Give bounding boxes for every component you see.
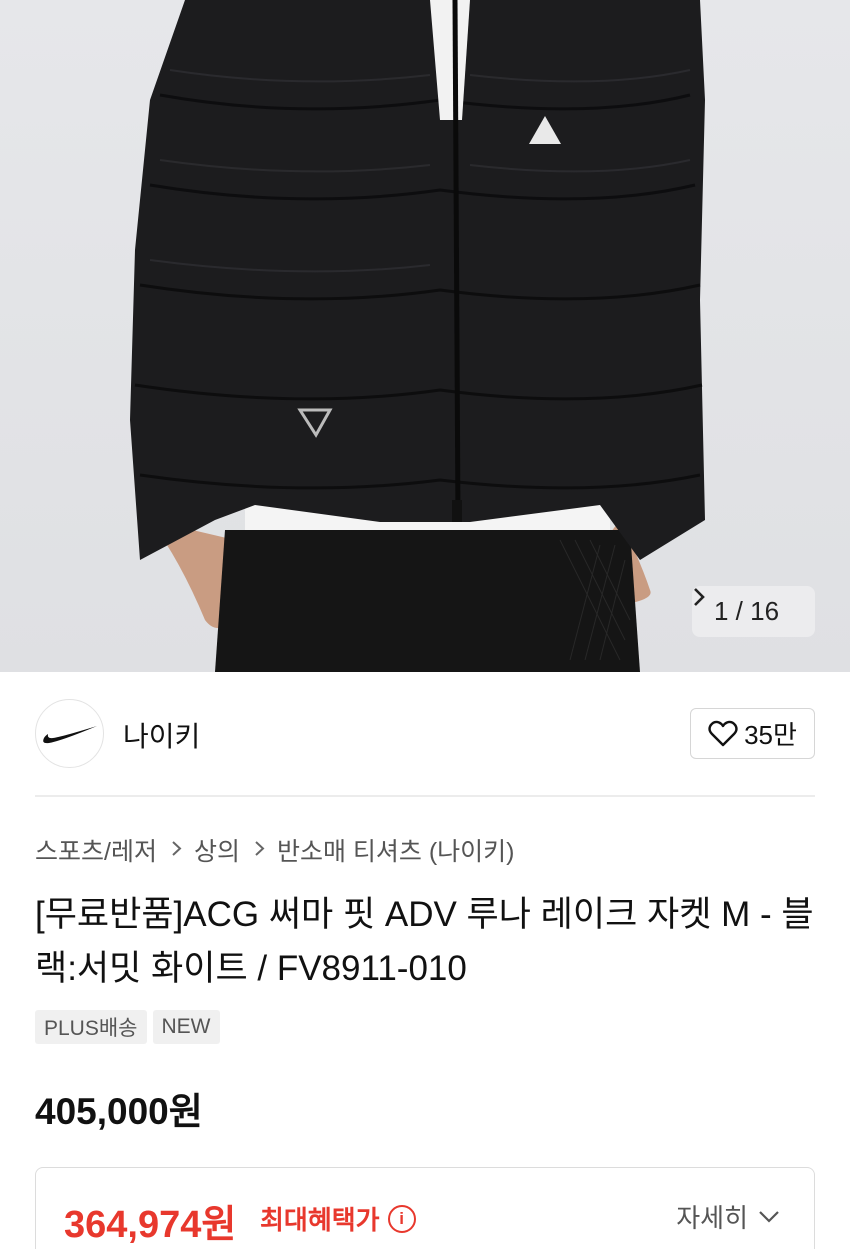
divider (35, 795, 815, 797)
product-image[interactable]: 1 / 16 (0, 0, 850, 672)
benefit-label: 최대혜택가 (260, 1205, 380, 1235)
tag-plus-delivery: PLUS배송 (35, 1010, 147, 1044)
chevron-right-icon (254, 837, 265, 863)
product-title: [무료반품]ACG 써마 핏 ADV 루나 레이크 자켓 M - 블랙:서밋 화… (35, 895, 814, 988)
like-button[interactable]: 35만 (690, 708, 815, 759)
heart-outline-icon (708, 720, 738, 747)
product-tags: PLUS배송 NEW (35, 1010, 220, 1044)
chevron-down-icon (759, 1211, 779, 1223)
breadcrumb-item-category[interactable]: 스포츠/레저 (35, 832, 157, 868)
brand-name[interactable]: 나이키 (123, 715, 200, 755)
tag-new: NEW (152, 1010, 220, 1044)
product-price: 405,000원 (35, 1091, 203, 1132)
benefit-label-group: 최대혜택가 i (260, 1200, 416, 1237)
brand-row: 나이키 35만 (35, 699, 815, 769)
detail-label: 자세히 (676, 1203, 748, 1233)
detail-toggle-button[interactable]: 자세히 (676, 1198, 780, 1235)
breadcrumb-item-leaf[interactable]: 반소매 티셔츠 (나이키) (277, 832, 515, 868)
like-count: 35만 (744, 720, 797, 750)
chevron-right-icon (171, 837, 182, 863)
breadcrumb-item-subcategory[interactable]: 상의 (194, 832, 240, 868)
image-counter-total: 16 (750, 596, 780, 626)
brand-logo[interactable] (35, 699, 104, 768)
nike-swoosh-icon (42, 725, 97, 743)
info-circle-icon[interactable]: i (387, 1204, 416, 1233)
max-benefit-box: 364,974원 최대혜택가 i 자세히 (35, 1167, 815, 1249)
image-counter[interactable]: 1 / 16 (692, 586, 815, 637)
breadcrumb: 스포츠/레저 상의 반소매 티셔츠 (나이키) (35, 832, 515, 868)
benefit-price: 364,974원 (64, 1204, 237, 1246)
image-counter-separator: / (735, 596, 743, 626)
image-counter-current: 1 (713, 596, 729, 626)
jacket-photo (130, 0, 705, 672)
